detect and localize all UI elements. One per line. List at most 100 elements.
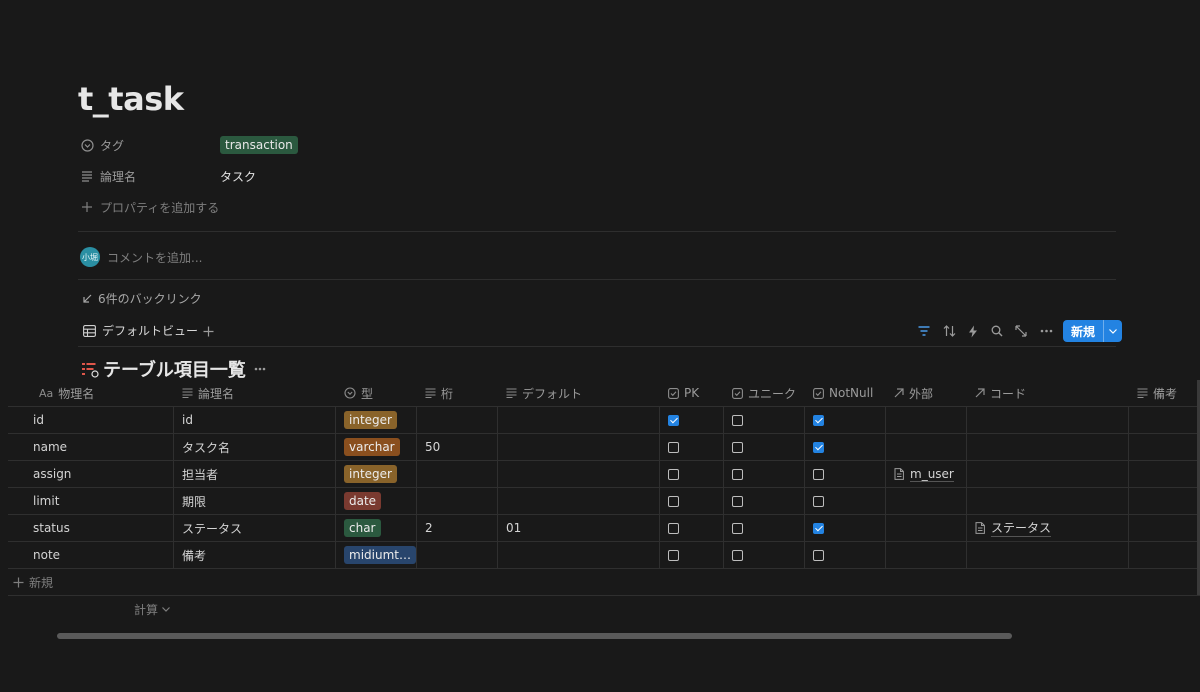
cell-notnull[interactable] (805, 407, 886, 433)
cell-type[interactable]: varchar (336, 434, 417, 460)
cell-logical-name[interactable]: 期限 (174, 488, 336, 514)
tag-transaction[interactable]: transaction (220, 136, 298, 154)
table-row[interactable]: status ステータス char 2 01 ステータス (8, 515, 1200, 542)
notnull-checkbox[interactable] (813, 441, 824, 453)
new-button[interactable]: 新規 (1063, 320, 1123, 342)
column-header[interactable]: 論理名 (174, 380, 336, 406)
cell-code[interactable] (967, 542, 1129, 568)
cell-unique[interactable] (724, 434, 805, 460)
pk-checkbox[interactable] (668, 495, 679, 507)
cell-note[interactable] (1129, 488, 1200, 514)
tab-default-view[interactable]: デフォルトビュー (83, 322, 198, 339)
cell-pk[interactable] (660, 515, 724, 541)
cell-digits[interactable] (417, 407, 498, 433)
unique-checkbox[interactable] (732, 441, 743, 453)
column-header[interactable]: デフォルト (498, 380, 660, 406)
column-header[interactable]: Aa 物理名 (8, 380, 174, 406)
cell-unique[interactable] (724, 461, 805, 487)
cell-logical-name[interactable]: 備考 (174, 542, 336, 568)
search-icon[interactable] (988, 322, 1006, 340)
comment-row[interactable]: 小堀 コメントを追加... (80, 247, 202, 267)
cell-physical-name[interactable]: assign (8, 461, 174, 487)
automation-icon[interactable] (964, 322, 982, 340)
cell-digits[interactable] (417, 542, 498, 568)
cell-foreign[interactable] (886, 407, 967, 433)
cell-foreign[interactable] (886, 542, 967, 568)
cell-foreign[interactable] (886, 434, 967, 460)
cell-unique[interactable] (724, 488, 805, 514)
sort-icon[interactable] (940, 322, 958, 340)
cell-code[interactable] (967, 434, 1129, 460)
calculate-button[interactable]: 計算 (8, 596, 1200, 622)
pk-checkbox[interactable] (668, 522, 679, 534)
cell-pk[interactable] (660, 542, 724, 568)
cell-logical-name[interactable]: タスク名 (174, 434, 336, 460)
cell-code[interactable] (967, 461, 1129, 487)
table-row[interactable]: limit 期限 date (8, 488, 1200, 515)
cell-logical-name[interactable]: id (174, 407, 336, 433)
cell-default[interactable] (498, 542, 660, 568)
table-row[interactable]: note 備考 midiumte... (8, 542, 1200, 569)
notnull-checkbox[interactable] (813, 468, 824, 480)
column-header[interactable]: 型 (336, 380, 417, 406)
cell-foreign[interactable]: m_user (886, 461, 967, 487)
cell-physical-name[interactable]: name (8, 434, 174, 460)
chevron-down-icon[interactable] (1103, 320, 1122, 342)
cell-unique[interactable] (724, 542, 805, 568)
cell-notnull[interactable] (805, 542, 886, 568)
cell-physical-name[interactable]: note (8, 542, 174, 568)
more-icon[interactable] (254, 367, 266, 371)
notnull-checkbox[interactable] (813, 495, 824, 507)
relation-link[interactable]: m_user (894, 467, 954, 482)
cell-default[interactable] (498, 407, 660, 433)
table-row[interactable]: assign 担当者 integer m_user (8, 461, 1200, 488)
cell-code[interactable]: ステータス (967, 515, 1129, 541)
add-property-button[interactable]: プロパティを追加する (80, 195, 219, 219)
unique-checkbox[interactable] (732, 522, 743, 534)
notnull-checkbox[interactable] (813, 549, 824, 561)
property-value[interactable]: タスク (220, 168, 256, 185)
cell-type[interactable]: midiumte... (336, 542, 417, 568)
unique-checkbox[interactable] (732, 414, 743, 426)
more-icon[interactable] (1037, 322, 1055, 340)
cell-pk[interactable] (660, 407, 724, 433)
cell-type[interactable]: integer (336, 407, 417, 433)
cell-digits[interactable]: 50 (417, 434, 498, 460)
cell-physical-name[interactable]: status (8, 515, 174, 541)
column-header[interactable]: 桁 (417, 380, 498, 406)
cell-type[interactable]: date (336, 488, 417, 514)
cell-pk[interactable] (660, 461, 724, 487)
cell-logical-name[interactable]: 担当者 (174, 461, 336, 487)
backlinks-button[interactable]: 6件のバックリンク (82, 290, 202, 307)
column-header[interactable]: PK (660, 380, 724, 406)
pk-checkbox[interactable] (668, 549, 679, 561)
add-view-button[interactable] (199, 322, 217, 340)
pk-checkbox[interactable] (668, 441, 679, 453)
relation-link[interactable]: ステータス (975, 519, 1052, 537)
cell-logical-name[interactable]: ステータス (174, 515, 336, 541)
column-header[interactable]: NotNull (805, 380, 886, 406)
filter-icon[interactable] (915, 322, 933, 340)
page-title[interactable]: t_task (78, 80, 184, 118)
notnull-checkbox[interactable] (813, 522, 824, 534)
cell-default[interactable] (498, 461, 660, 487)
property-logical-name[interactable]: 論理名 タスク (80, 164, 256, 188)
unique-checkbox[interactable] (732, 468, 743, 480)
cell-code[interactable] (967, 407, 1129, 433)
cell-digits[interactable]: 2 (417, 515, 498, 541)
add-row-button[interactable]: 新規 (8, 569, 1200, 596)
cell-physical-name[interactable]: limit (8, 488, 174, 514)
cell-default[interactable] (498, 434, 660, 460)
pk-checkbox[interactable] (668, 414, 679, 426)
cell-code[interactable] (967, 488, 1129, 514)
comment-input[interactable]: コメントを追加... (107, 249, 202, 266)
cell-digits[interactable] (417, 461, 498, 487)
table-row[interactable]: name タスク名 varchar 50 (8, 434, 1200, 461)
notnull-checkbox[interactable] (813, 414, 824, 426)
cell-notnull[interactable] (805, 515, 886, 541)
database-title[interactable]: テーブル項目一覧 (81, 356, 266, 382)
property-tag[interactable]: タグ transaction (80, 133, 298, 157)
horizontal-scrollbar[interactable] (57, 633, 1012, 639)
cell-note[interactable] (1129, 515, 1200, 541)
cell-notnull[interactable] (805, 434, 886, 460)
